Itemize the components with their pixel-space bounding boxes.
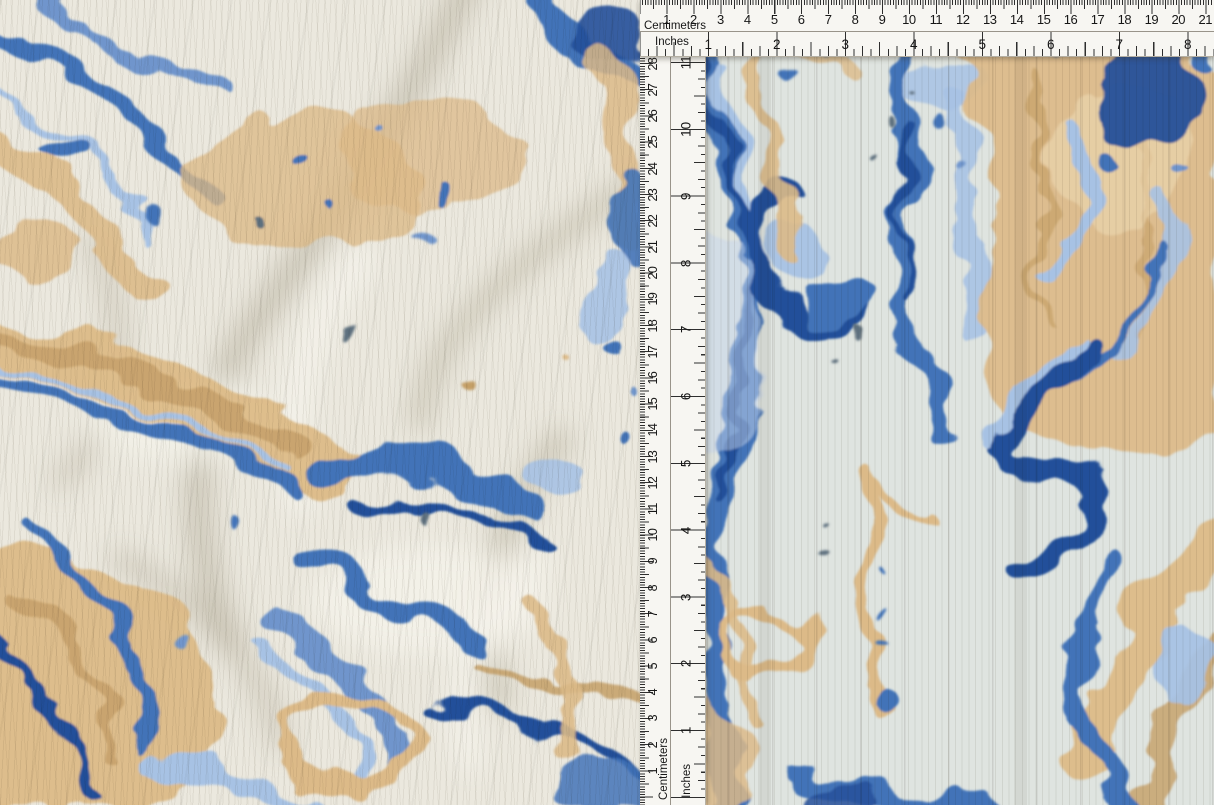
draped-fabric-photo: [0, 0, 640, 805]
cm-tick-number: 21: [640, 239, 666, 255]
cm-tick-number: 16: [1057, 12, 1084, 26]
cm-tick-number: 22: [640, 213, 666, 229]
horizontal-cm-numbers: 123456789101112131415161718192021: [653, 12, 1214, 26]
cm-tick-number: 19: [1138, 12, 1165, 26]
cm-tick-number: 10: [895, 12, 922, 26]
vertical-ruler: 1234567891011121314151617181920212223242…: [640, 57, 706, 805]
vertical-cm-numbers: 1234567891011121314151617181920212223242…: [645, 57, 661, 784]
cm-tick-number: 17: [640, 344, 666, 360]
inch-tick-number: 11: [653, 57, 706, 71]
fabric-product-photo: 123456789101112131415161718192021 Centim…: [0, 0, 1214, 805]
cm-tick-number: 15: [1030, 12, 1057, 26]
inch-tick-number: 5: [948, 37, 1017, 51]
cm-tick-number: 19: [640, 292, 666, 308]
inch-tick-number: 4: [880, 37, 949, 51]
cm-tick-number: 13: [976, 12, 1003, 26]
cm-tick-number: 12: [640, 475, 666, 491]
cm-tick-number: 11: [640, 501, 666, 517]
cm-tick-number: 11: [922, 12, 949, 26]
cm-tick-number: 24: [640, 161, 666, 177]
inch-tick-number: 6: [653, 389, 706, 405]
horizontal-ruler: 123456789101112131415161718192021 Centim…: [640, 0, 1214, 57]
inch-tick-number: 6: [1017, 37, 1086, 51]
inch-tick-number: 8: [653, 255, 706, 271]
inch-tick-number: 3: [811, 37, 880, 51]
draped-fabric-art: [0, 0, 640, 805]
cm-tick-number: 14: [640, 422, 666, 438]
cm-tick-number: 7: [815, 12, 842, 26]
inch-tick-number: 7: [653, 322, 706, 338]
inch-tick-number: 4: [653, 522, 706, 538]
inch-tick-number: 2: [743, 37, 812, 51]
horizontal-inch-numbers: 12345678: [674, 37, 1214, 51]
inch-tick-number: 5: [653, 455, 706, 471]
cm-tick-number: 14: [1003, 12, 1030, 26]
inch-tick-number: 7: [1085, 37, 1154, 51]
inch-tick-number: 10: [653, 121, 706, 137]
cm-tick-number: 17: [1084, 12, 1111, 26]
inch-tick-number: 1: [653, 723, 706, 739]
cm-tick-number: 3: [707, 12, 734, 26]
cm-tick-number: 16: [640, 370, 666, 386]
cm-tick-number: 4: [640, 684, 666, 700]
inch-tick-number: 3: [653, 589, 706, 605]
cm-tick-number: 21: [1192, 12, 1214, 26]
horizontal-cm-scale: 123456789101112131415161718192021 Centim…: [640, 0, 1214, 32]
cm-tick-number: 9: [640, 553, 666, 569]
cm-tick-number: 5: [761, 12, 788, 26]
cm-tick-number: 9: [869, 12, 896, 26]
cm-tick-number: 27: [640, 82, 666, 98]
flat-fabric-art: [640, 0, 1214, 805]
vertical-inch-numbers: 1234567891011: [678, 57, 694, 764]
vertical-inch-label: Inches: [681, 764, 693, 798]
flat-fabric-photo: [640, 0, 1214, 805]
cm-tick-number: 6: [788, 12, 815, 26]
inch-tick-number: 9: [653, 188, 706, 204]
vertical-cm-label: Centimeters: [658, 738, 670, 800]
inch-tick-number: 2: [653, 656, 706, 672]
horizontal-inch-label: Inches: [655, 36, 689, 48]
cm-tick-number: 4: [734, 12, 761, 26]
cm-tick-number: 18: [1111, 12, 1138, 26]
cm-tick-number: 7: [640, 606, 666, 622]
cm-tick-number: 12: [949, 12, 976, 26]
inch-tick-number: 8: [1154, 37, 1214, 51]
cm-tick-number: 20: [1165, 12, 1192, 26]
cm-tick-number: 6: [640, 632, 666, 648]
cm-tick-number: 8: [842, 12, 869, 26]
